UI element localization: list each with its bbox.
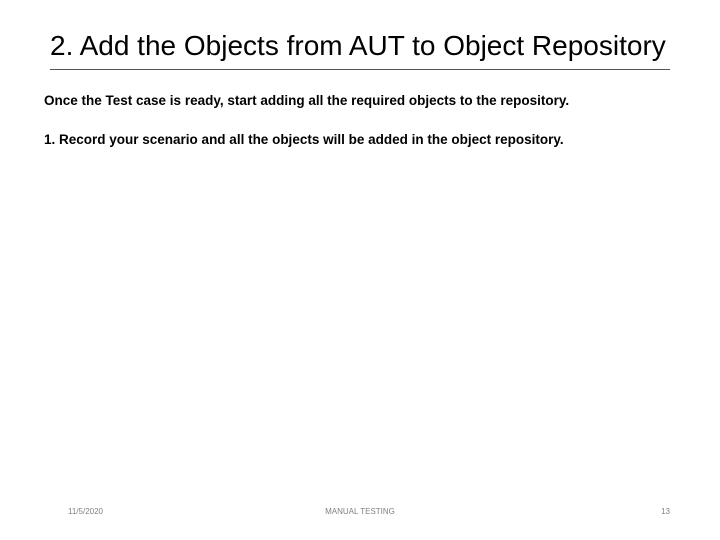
intro-paragraph: Once the Test case is ready, start addin…: [0, 88, 720, 115]
step-paragraph: 1. Record your scenario and all the obje…: [0, 115, 720, 154]
footer-center-text: MANUAL TESTING: [0, 507, 720, 516]
slide-footer: 11/5/2020 MANUAL TESTING 13: [0, 504, 720, 518]
title-underline: [50, 69, 670, 70]
footer-page-number: 13: [661, 507, 670, 516]
slide-container: 2. Add the Objects from AUT to Object Re…: [0, 0, 720, 540]
slide-title: 2. Add the Objects from AUT to Object Re…: [0, 0, 720, 69]
